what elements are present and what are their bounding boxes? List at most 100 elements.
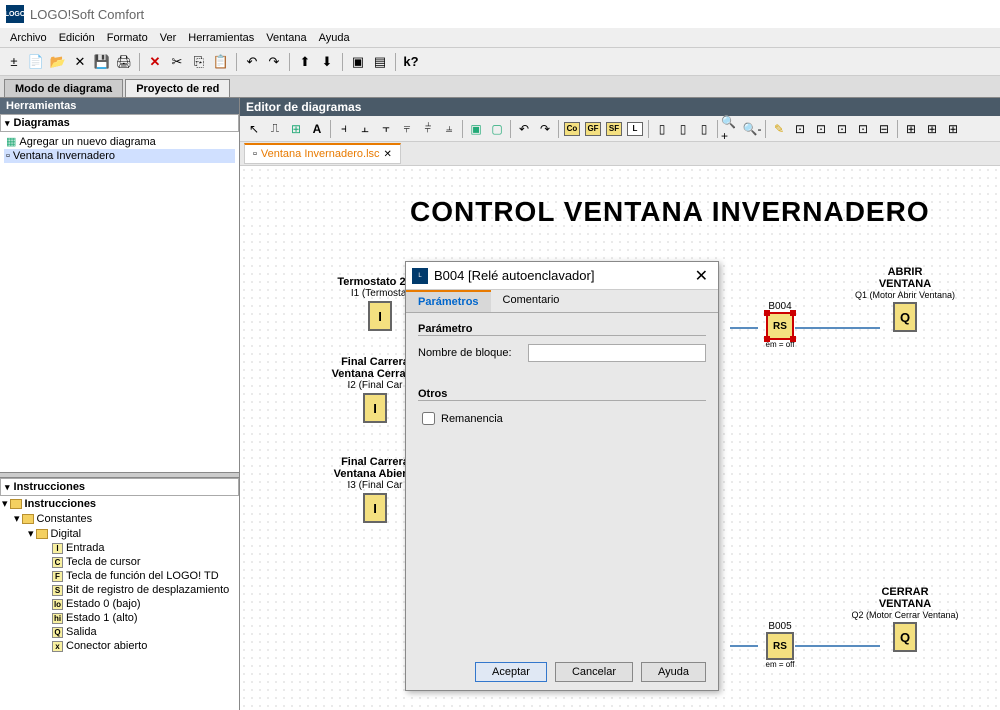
help-icon[interactable]: k? (401, 52, 421, 72)
block-i1[interactable]: I (368, 301, 392, 331)
tree-digital[interactable]: ▾ Digital (0, 526, 239, 541)
tab-diagram-mode[interactable]: Modo de diagrama (4, 79, 123, 97)
bring-front-icon[interactable]: ▣ (466, 119, 486, 139)
block-q1-label: ABRIR VENTANA (840, 266, 970, 290)
close-tab-icon[interactable]: ✕ (384, 149, 392, 160)
block-type-icon: hi (52, 613, 63, 624)
diagram-canvas[interactable]: CONTROL VENTANA INVERNADERO Termostato 2… (240, 166, 1000, 710)
pointer-icon[interactable]: ↖ (244, 119, 264, 139)
diagram-item-current[interactable]: ▫ Ventana Invernadero (4, 149, 235, 163)
close-icon[interactable]: ✕ (70, 52, 90, 72)
align-top-icon[interactable]: ⫧ (397, 119, 417, 139)
block-q2[interactable]: Q (893, 622, 917, 652)
print-icon[interactable]: 🖨 (114, 52, 134, 72)
tree-leaf-s[interactable]: SBit de registro de desplazamiento (0, 583, 239, 597)
menu-archivo[interactable]: Archivo (4, 30, 53, 46)
send-back-icon[interactable]: ▢ (487, 119, 507, 139)
block-i2[interactable]: I (363, 393, 387, 423)
dialog-close-icon[interactable]: ✕ (691, 266, 712, 286)
upload-icon[interactable]: ⬆ (295, 52, 315, 72)
editor-tab-file[interactable]: ▫ Ventana Invernadero.lsc ✕ (244, 143, 401, 164)
zoom-out-icon[interactable]: 🔍- (742, 119, 762, 139)
co-icon[interactable]: Co (562, 119, 582, 139)
tool-a-icon[interactable]: ⊡ (790, 119, 810, 139)
tree-leaf-i[interactable]: IEntrada (0, 541, 239, 555)
pan-icon[interactable]: ⊞ (286, 119, 306, 139)
cut-icon[interactable]: ✂ (167, 52, 187, 72)
paste-icon[interactable]: 📋 (211, 52, 231, 72)
tree-constants[interactable]: ▾ Constantes (0, 511, 239, 526)
connect-icon[interactable]: ⎍ (265, 119, 285, 139)
l-icon[interactable]: L (625, 119, 645, 139)
menu-ayuda[interactable]: Ayuda (313, 30, 356, 46)
align-right-icon[interactable]: ⫟ (376, 119, 396, 139)
menu-herramientas[interactable]: Herramientas (182, 30, 260, 46)
tool-h-icon[interactable]: ⊞ (943, 119, 963, 139)
input-block-name[interactable] (528, 344, 706, 362)
menu-ventana[interactable]: Ventana (260, 30, 312, 46)
tool-f-icon[interactable]: ⊞ (901, 119, 921, 139)
window-icon[interactable]: ▣ (348, 52, 368, 72)
download-icon[interactable]: ⬇ (317, 52, 337, 72)
page3-icon[interactable]: ▯ (694, 119, 714, 139)
tree-leaf-c[interactable]: CTecla de cursor (0, 555, 239, 569)
menu-ver[interactable]: Ver (154, 30, 183, 46)
menu-edicion[interactable]: Edición (53, 30, 101, 46)
page1-icon[interactable]: ▯ (652, 119, 672, 139)
align-center-icon[interactable]: ⫠ (355, 119, 375, 139)
diagram-file-icon: ▫ (253, 148, 257, 160)
dialog-buttons: Aceptar Cancelar Ayuda (406, 654, 718, 690)
align-mid-icon[interactable]: ⫩ (418, 119, 438, 139)
gf-icon[interactable]: GF (583, 119, 603, 139)
tool-b-icon[interactable]: ⊡ (811, 119, 831, 139)
tool-c-icon[interactable]: ⊡ (832, 119, 852, 139)
ok-button[interactable]: Aceptar (475, 662, 547, 682)
help-button[interactable]: Ayuda (641, 662, 706, 682)
delete-icon[interactable]: ✕ (145, 52, 165, 72)
tree-leaf-q[interactable]: QSalida (0, 625, 239, 639)
sf-icon[interactable]: SF (604, 119, 624, 139)
diagram-title-text: CONTROL VENTANA INVERNADERO (410, 196, 930, 228)
block-q1-sub: Q1 (Motor Abrir Ventana) (840, 290, 970, 300)
diagrams-header[interactable]: ▾ Diagramas (0, 114, 239, 132)
align-bot-icon[interactable]: ⫨ (439, 119, 459, 139)
tool-g-icon[interactable]: ⊞ (922, 119, 942, 139)
dialog-titlebar[interactable]: L B004 [Relé autoenclavador] ✕ (406, 262, 718, 290)
tree-leaf-f[interactable]: FTecla de función del LOGO! TD (0, 569, 239, 583)
copy-icon[interactable]: ⎘ (189, 52, 209, 72)
block-i3[interactable]: I (363, 493, 387, 523)
dialog-tab-comentario[interactable]: Comentario (491, 290, 572, 312)
windows-icon[interactable]: ▤ (370, 52, 390, 72)
text-icon[interactable]: A (307, 119, 327, 139)
save-icon[interactable]: 💾 (92, 52, 112, 72)
tree-leaf-hi[interactable]: hiEstado 1 (alto) (0, 611, 239, 625)
block-b5-rem: em = off (750, 660, 810, 669)
tab-network-project[interactable]: Proyecto de red (125, 79, 230, 97)
tree-leaf-x[interactable]: xConector abierto (0, 639, 239, 653)
tree-leaf-lo[interactable]: loEstado 0 (bajo) (0, 597, 239, 611)
redo-icon[interactable]: ↷ (264, 52, 284, 72)
undo2-icon[interactable]: ↶ (514, 119, 534, 139)
menu-formato[interactable]: Formato (101, 30, 154, 46)
add-diagram-item[interactable]: ▦ Agregar un nuevo diagrama (4, 134, 235, 149)
checkbox-remanencia[interactable] (422, 412, 435, 425)
instructions-header[interactable]: ▾ Instrucciones (0, 478, 239, 496)
dialog-body: Parámetro Nombre de bloque: Otros Remane… (406, 313, 718, 654)
align-left-icon[interactable]: ⫞ (334, 119, 354, 139)
tool-e-icon[interactable]: ⊟ (874, 119, 894, 139)
block-b4[interactable]: RS (766, 312, 794, 340)
open-icon[interactable]: 📂 (48, 52, 68, 72)
tool-d-icon[interactable]: ⊡ (853, 119, 873, 139)
page2-icon[interactable]: ▯ (673, 119, 693, 139)
undo-icon[interactable]: ↶ (242, 52, 262, 72)
new-icon[interactable]: 📄 (26, 52, 46, 72)
color-icon[interactable]: ✎ (769, 119, 789, 139)
tree-root-instructions[interactable]: ▾ Instrucciones (0, 496, 239, 511)
cancel-button[interactable]: Cancelar (555, 662, 633, 682)
block-q1[interactable]: Q (893, 302, 917, 332)
zoom-in-icon[interactable]: 🔍+ (721, 119, 741, 139)
block-b5[interactable]: RS (766, 632, 794, 660)
dialog-tab-parametros[interactable]: Parámetros (406, 290, 491, 312)
redo2-icon[interactable]: ↷ (535, 119, 555, 139)
expand-icon[interactable]: ± (4, 52, 24, 72)
